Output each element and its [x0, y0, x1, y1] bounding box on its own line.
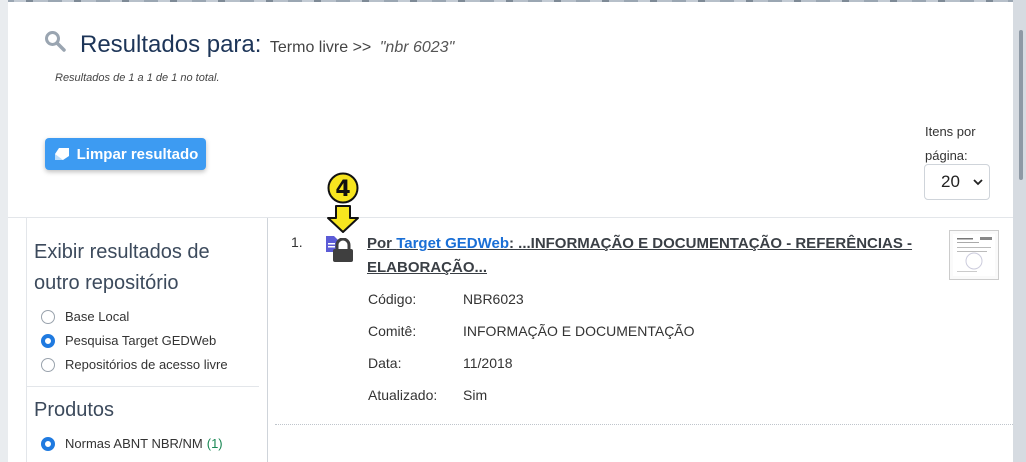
meta-value-atualizado: Sim [463, 387, 488, 403]
left-edge [0, 0, 8, 462]
repo-option-label: Pesquisa Target GEDWeb [65, 333, 217, 348]
clear-results-label: Limpar resultado [76, 145, 199, 163]
eraser-icon [54, 148, 69, 160]
meta-label-atualizado: Atualizado: [368, 387, 438, 403]
radio-button[interactable] [41, 357, 55, 372]
title-query: "nbr 6023" [379, 39, 455, 56]
repo-option-label: Repositórios de acesso livre [65, 357, 228, 372]
title-main: Resultados para: [80, 31, 262, 58]
meta-label-codigo: Código: [368, 291, 417, 307]
meta-label-data: Data: [368, 355, 402, 371]
per-page-value: 20 [941, 172, 960, 191]
result-source-link[interactable]: Target GEDWeb [396, 235, 509, 252]
repo-heading: Exibir resultados de outro repositório [34, 237, 210, 299]
products-heading: Produtos [34, 399, 115, 421]
per-page-label: Itens por página: [925, 120, 976, 168]
repo-heading-line2: outro repositório [34, 272, 179, 294]
per-page-label-line1: Itens por [925, 124, 976, 139]
result-title-prefix: Por [367, 235, 393, 252]
sidebar: Exibir resultados de outro repositório B… [26, 218, 268, 462]
page-title: Resultados para: Termo livre >> "nbr 602… [80, 31, 454, 59]
result-thumbnail[interactable] [949, 230, 999, 280]
product-option-label: Normas ABNT NBR/NM [65, 436, 203, 451]
meta-value-codigo: NBR6023 [463, 291, 524, 307]
repo-option-base-local[interactable]: Base Local [41, 309, 129, 324]
per-page-select[interactable]: 20 [924, 164, 990, 200]
chevron-down-icon [973, 179, 983, 186]
result-divider [275, 424, 1013, 425]
radio-button-selected[interactable] [41, 436, 55, 451]
radio-button[interactable] [41, 309, 55, 324]
sidebar-divider [27, 386, 259, 387]
meta-value-comite: INFORMAÇÃO E DOCUMENTAÇÃO [463, 323, 695, 339]
scrollbar[interactable] [1013, 0, 1026, 462]
result-title-line1: : ...INFORMAÇÃO E DOCUMENTAÇÃO - REFERÊN… [508, 235, 913, 252]
thumbnail-icon [953, 234, 995, 276]
result-title-line2: ELABORAÇÃO... [367, 259, 487, 276]
meta-label-comite: Comitê: [368, 323, 417, 339]
repo-option-acesso-livre[interactable]: Repositórios de acesso livre [41, 357, 228, 372]
repo-option-label: Base Local [65, 309, 130, 324]
product-count: (1) [206, 436, 223, 451]
clear-results-button[interactable]: Limpar resultado [45, 138, 206, 170]
meta-value-data: 11/2018 [463, 355, 513, 371]
radio-button-selected[interactable] [41, 333, 55, 348]
result-number: 1. [291, 234, 303, 250]
repo-heading-line1: Exibir resultados de [34, 241, 210, 263]
scrollbar-thumb[interactable] [1019, 30, 1023, 180]
repo-option-target-gedweb[interactable]: Pesquisa Target GEDWeb [41, 333, 216, 348]
result-title-link[interactable]: Por Target GEDWeb: ...INFORMAÇÃO E DOCUM… [367, 232, 927, 280]
product-option-normas[interactable]: Normas ABNT NBR/NM (1) [41, 436, 223, 451]
badge-number: 4 [335, 177, 350, 202]
badge-arrow-icon: 4 [327, 172, 359, 233]
lock-icon [333, 238, 353, 262]
search-icon [45, 31, 66, 52]
results-count: Resultados de 1 a 1 de 1 no total. [55, 72, 220, 84]
title-crumb: Termo livre >> [269, 39, 372, 56]
